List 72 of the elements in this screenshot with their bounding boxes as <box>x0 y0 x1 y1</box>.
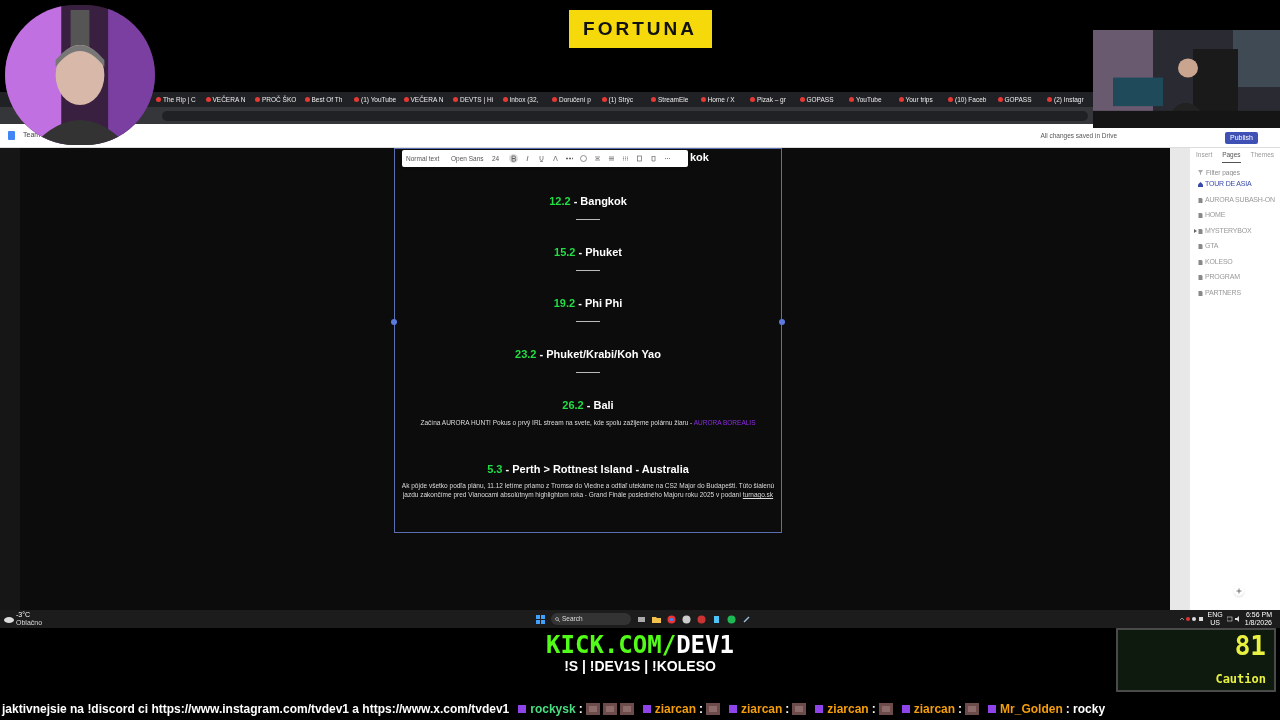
badge-icon <box>641 704 652 714</box>
selected-section[interactable] <box>394 148 782 533</box>
page-icon <box>1198 228 1203 234</box>
ticker-message: jaktivnejsie na !discord ci https://www.instagram.com/tvdev1 a https://www.x.com/tvdev1 <box>2 701 510 718</box>
italic-icon[interactable] <box>523 154 532 163</box>
home-icon <box>1198 182 1203 187</box>
badge-icon <box>900 704 911 714</box>
expand-arrow-icon[interactable] <box>1193 229 1197 233</box>
entry-heading: 12.2 - Bangkok <box>549 194 627 209</box>
badge-icon <box>814 704 825 714</box>
chat-message: : <box>785 701 790 718</box>
text-color-icon[interactable] <box>551 154 560 163</box>
entry-heading: 23.2 - Phuket/Krabi/Koh Yao <box>515 347 661 362</box>
chat-message: : <box>578 701 583 718</box>
emote-icon <box>706 703 720 715</box>
add-button[interactable] <box>1234 586 1244 596</box>
windows-start-icon[interactable] <box>536 614 545 624</box>
chat-username: ziarcan <box>741 701 783 718</box>
meter-label: Caution <box>1215 671 1266 688</box>
chat-username: ziarcan <box>654 701 696 718</box>
network-volume-icon[interactable] <box>1226 616 1241 622</box>
chat-message: : <box>699 701 703 718</box>
emote-icon <box>965 703 980 715</box>
emote-icon <box>792 703 807 715</box>
entry-heading: 5.3 - Perth > Rottnest Island - Australia <box>487 461 689 477</box>
bullet-list-icon[interactable] <box>607 154 616 163</box>
badge-icon <box>517 704 528 714</box>
chat-username: ziarcan <box>913 701 956 718</box>
task-view-icon[interactable] <box>637 614 646 624</box>
copy-icon[interactable] <box>635 154 644 163</box>
resize-handle[interactable] <box>391 319 397 325</box>
cloud-icon <box>4 615 14 623</box>
chat-message: : rocky <box>1065 701 1106 718</box>
tablet-icon[interactable] <box>712 614 721 624</box>
delete-icon[interactable] <box>649 154 658 163</box>
entry-heading: 15.2 - Phuket <box>554 245 622 260</box>
page-icon <box>1198 213 1203 218</box>
folder-icon[interactable] <box>652 614 661 624</box>
resize-handle[interactable] <box>779 319 785 325</box>
filter-icon <box>1198 170 1203 176</box>
chat-username: Mr_Golden <box>1000 701 1063 718</box>
bold-icon[interactable] <box>509 154 518 163</box>
chat-username: ziarcan <box>827 701 869 718</box>
numbered-list-icon[interactable] <box>621 154 630 163</box>
page-icon <box>1198 197 1203 203</box>
fortuna-logo: FORTUNA <box>568 10 712 48</box>
spotify-icon[interactable] <box>727 614 736 624</box>
emote-icon <box>602 703 617 715</box>
chat-message: : <box>958 701 963 718</box>
entry-heading: 19.2 - Phi Phi <box>553 296 623 311</box>
search-icon <box>555 616 560 622</box>
entry-heading: 26.2 - Bali <box>562 398 614 413</box>
underline-icon[interactable] <box>537 154 546 163</box>
page-icon <box>1198 275 1203 280</box>
align-icon[interactable] <box>593 154 602 163</box>
channel-title: KICK.COM/DEV1 <box>546 632 734 658</box>
page-icon <box>1198 244 1203 249</box>
badge-icon <box>987 704 998 714</box>
emote-icon <box>878 703 893 715</box>
tray-icons-drawing[interactable] <box>1179 616 1204 622</box>
chat-message: : <box>871 701 876 718</box>
emote-icon <box>619 703 634 715</box>
page-icon <box>1198 259 1203 265</box>
emote-icon <box>585 703 600 715</box>
chat-username: rockysk <box>530 701 576 718</box>
badge-icon <box>728 704 738 714</box>
cut-heading: kok <box>690 151 709 163</box>
chat-commands: !S | !DEV1S | !KOLESO <box>564 658 716 674</box>
page-icon <box>1198 290 1203 296</box>
meter-value: 81 <box>1234 632 1266 660</box>
sites-icon <box>8 131 15 140</box>
browser-icon[interactable] <box>667 614 676 624</box>
